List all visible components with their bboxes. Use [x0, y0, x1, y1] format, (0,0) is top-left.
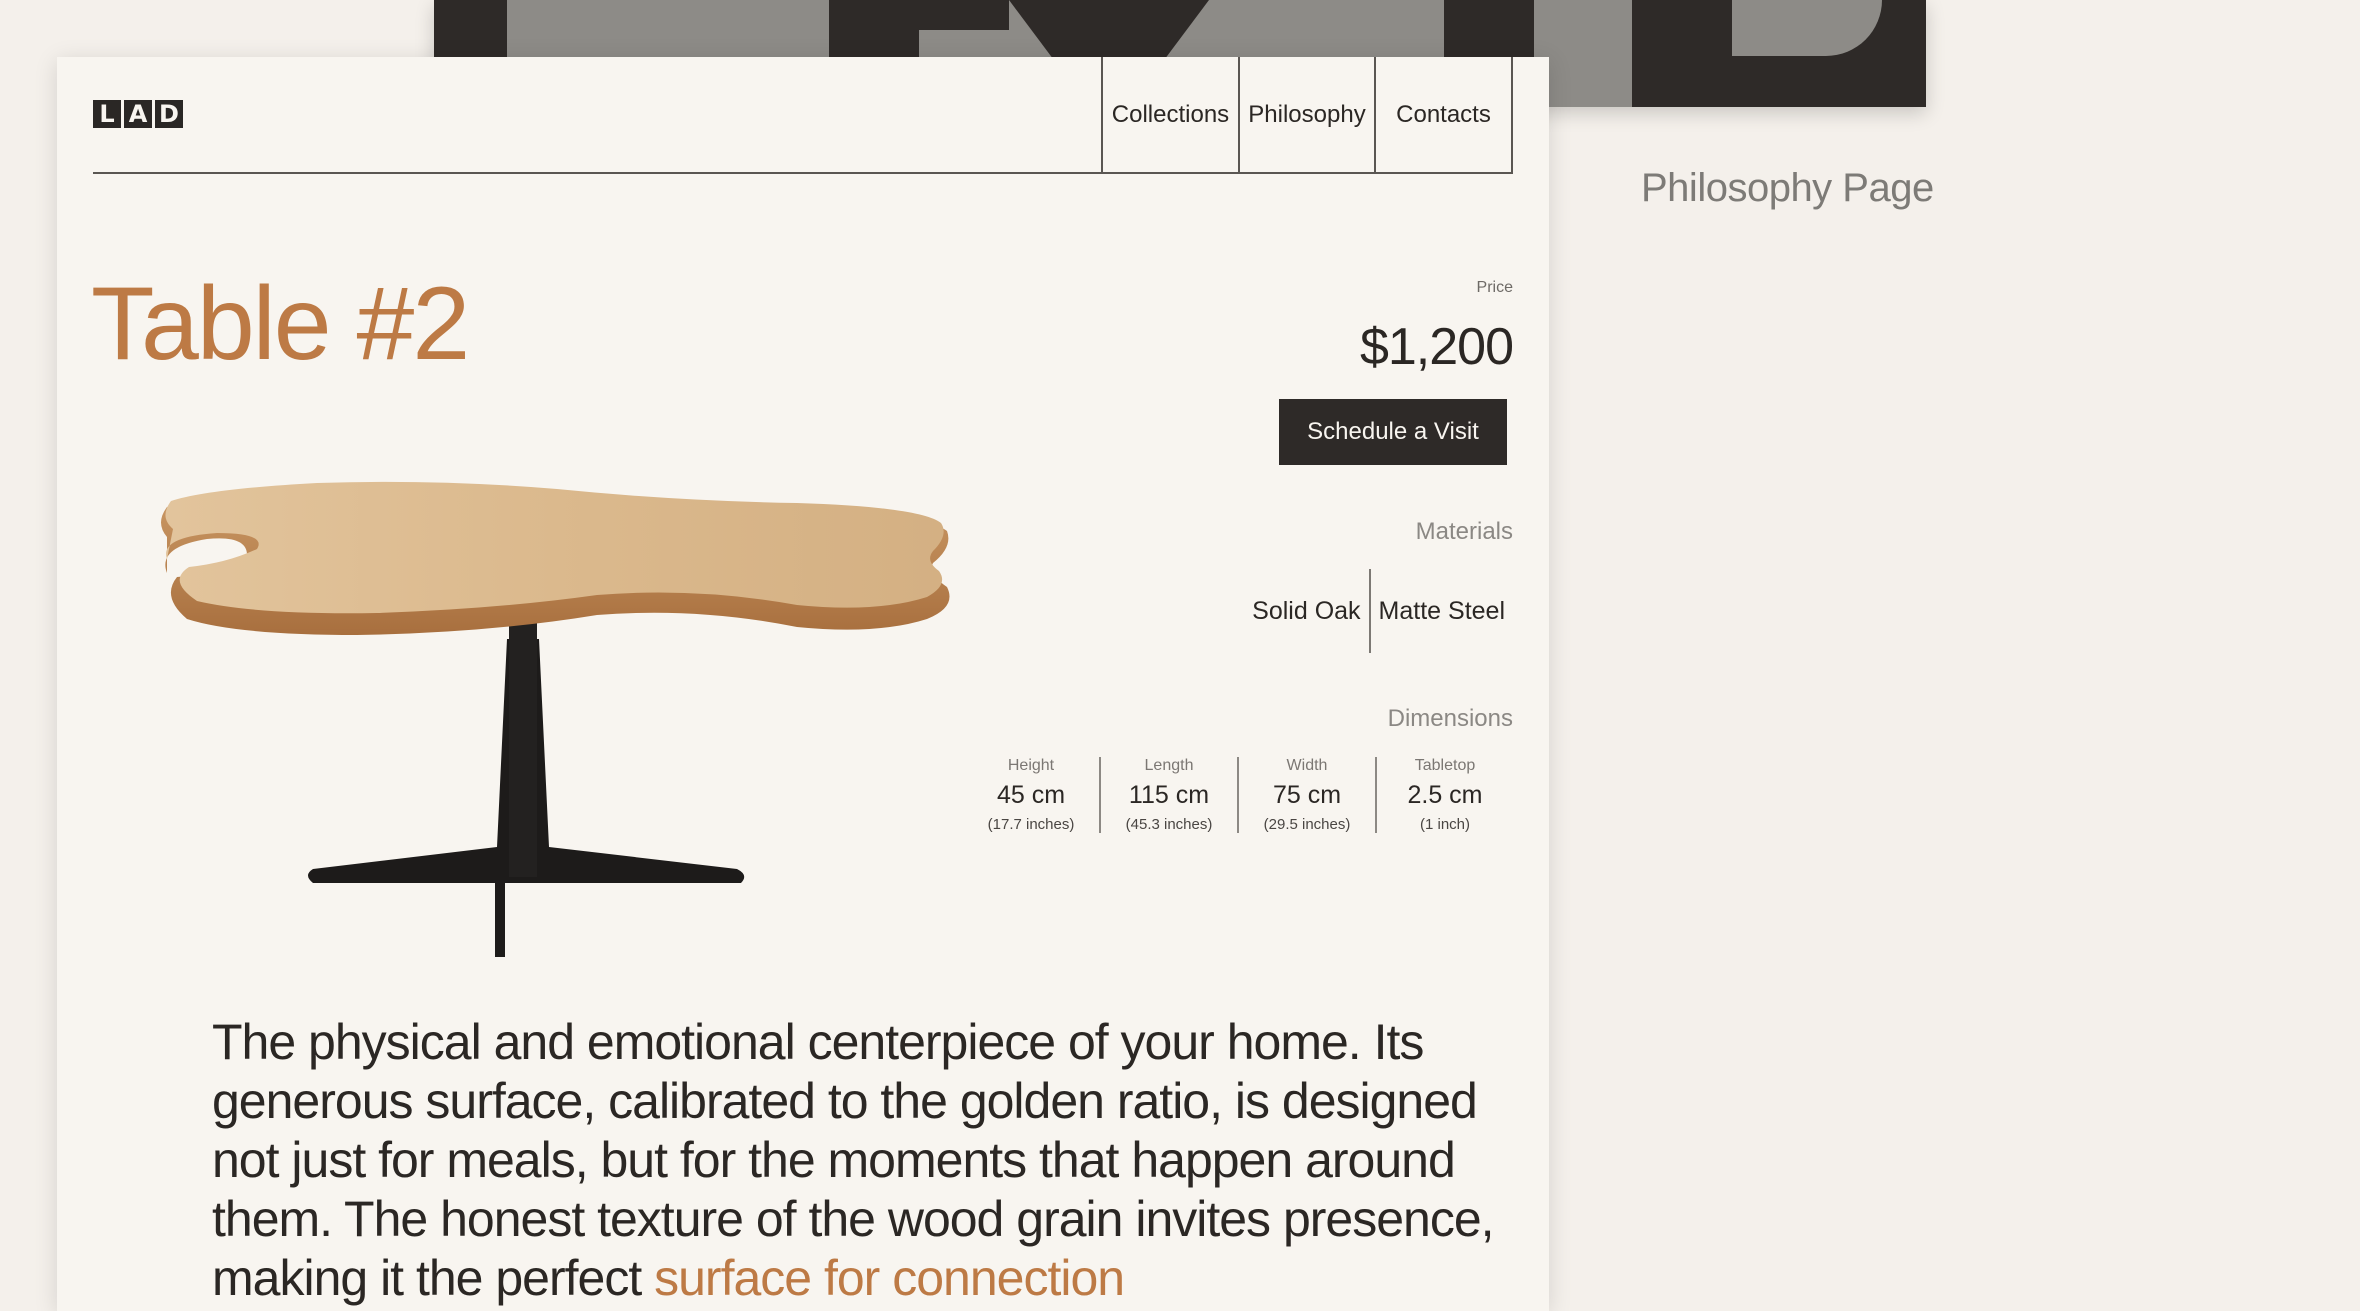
dimensions-heading: Dimensions [1387, 705, 1513, 732]
product-price: $1,200 [1359, 318, 1514, 376]
product-description: The physical and emotional centerpiece o… [212, 1013, 1542, 1308]
dimension-value: 115 cm [1128, 781, 1210, 809]
nav-item-collections[interactable]: Collections [1101, 57, 1238, 172]
description-accent-link[interactable]: surface for connection [654, 1250, 1125, 1306]
dimension-label: Tabletop [1414, 757, 1476, 774]
dimension-item: Length 115 cm (45.3 inches) [1099, 757, 1237, 833]
dimension-imperial: (29.5 inches) [1263, 816, 1351, 833]
logo-letter: D [155, 100, 183, 128]
table-leg-front [495, 877, 505, 957]
dimension-value: 45 cm [996, 781, 1066, 809]
dimension-item: Tabletop 2.5 cm (1 inch) [1375, 757, 1513, 833]
material-item: Matte Steel [1378, 596, 1505, 625]
dimension-imperial: (1 inch) [1419, 816, 1471, 833]
schedule-visit-button[interactable]: Schedule a Visit [1279, 399, 1507, 465]
header-divider [93, 172, 1513, 174]
dimension-value: 2.5 cm [1407, 781, 1483, 809]
background-letter-block [919, 0, 1009, 30]
product-title: Table #2 [91, 266, 470, 382]
material-item: Solid Oak [1252, 596, 1361, 625]
dimension-label: Length [1144, 757, 1194, 774]
product-page: L A D Collections Philosophy Contacts Ta… [57, 57, 1549, 1311]
dimension-label: Height [1007, 757, 1055, 774]
dimension-imperial: (45.3 inches) [1125, 816, 1213, 833]
dimension-label: Width [1286, 757, 1328, 774]
dimension-item: Height 45 cm (17.7 inches) [963, 757, 1099, 833]
nav-item-contacts[interactable]: Contacts [1374, 57, 1511, 172]
dimension-item: Width 75 cm (29.5 inches) [1237, 757, 1375, 833]
table-column [509, 617, 537, 877]
dimensions-list: Height 45 cm (17.7 inches) Length 115 cm… [963, 757, 1513, 833]
dimension-value: 75 cm [1272, 781, 1342, 809]
product-image [161, 481, 950, 957]
dimension-imperial: (17.7 inches) [987, 816, 1075, 833]
table-top-surface [165, 481, 944, 614]
materials-list: Solid Oak Matte Steel [1244, 569, 1513, 653]
price-label: Price [1476, 279, 1513, 296]
main-nav: Collections Philosophy Contacts [1101, 57, 1513, 172]
materials-heading: Materials [1415, 518, 1513, 545]
logo-letter: A [124, 100, 152, 128]
background-page-caption: Philosophy Page [1641, 166, 1934, 210]
brand-logo[interactable]: L A D [93, 100, 183, 128]
logo-letter: L [93, 100, 121, 128]
nav-item-philosophy[interactable]: Philosophy [1238, 57, 1374, 172]
